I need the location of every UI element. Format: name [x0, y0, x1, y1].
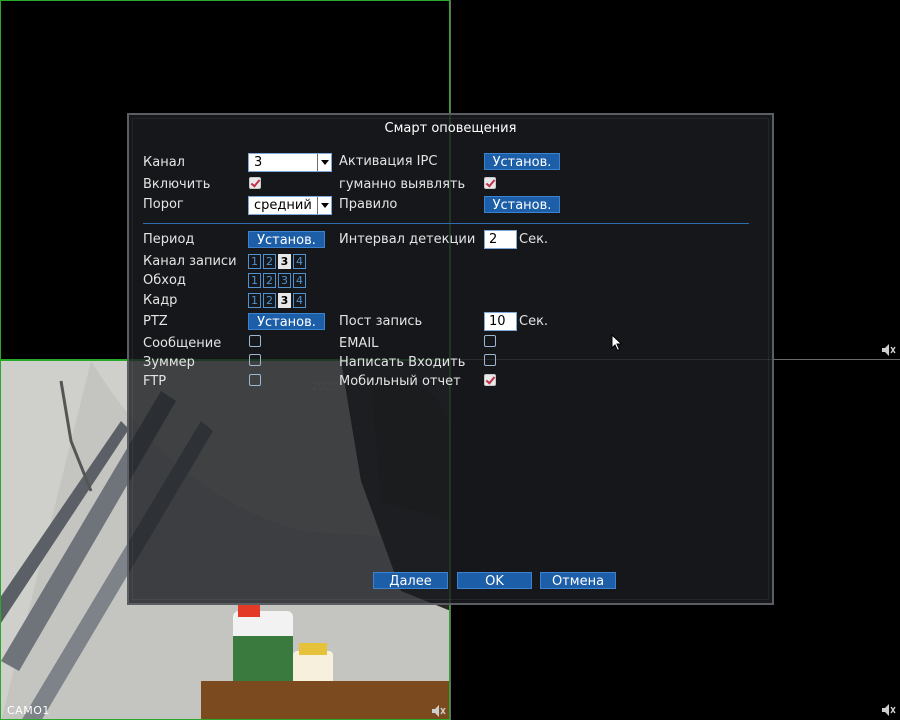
record-channel-chip-1[interactable]: 1	[248, 254, 261, 269]
period-label: Период	[143, 232, 195, 247]
record-channel-chip-2[interactable]: 2	[263, 254, 276, 269]
enable-label: Включить	[143, 177, 211, 192]
threshold-label: Порог	[143, 197, 184, 212]
frame-chip-1[interactable]: 1	[248, 293, 261, 308]
record-channel-chip-3[interactable]: 3	[278, 254, 291, 269]
channel-select[interactable]: 3	[248, 153, 332, 172]
post-record-unit: Сек.	[519, 314, 549, 329]
tour-chips: 1 2 3 4	[248, 273, 306, 288]
enable-checkbox[interactable]	[249, 177, 261, 189]
mouse-pointer-icon	[611, 334, 623, 352]
threshold-select[interactable]: средний	[248, 196, 332, 215]
ipc-activation-button[interactable]: Установ.	[484, 153, 560, 170]
message-checkbox[interactable]	[249, 335, 261, 347]
tour-chip-1[interactable]: 1	[248, 273, 261, 288]
threshold-value: средний	[254, 198, 312, 213]
tour-label: Обход	[143, 273, 186, 288]
next-button[interactable]: Далее	[373, 572, 448, 589]
message-label: Сообщение	[143, 336, 222, 351]
write-in-label: Написать Входить	[339, 355, 466, 370]
ptz-label: PTZ	[143, 314, 168, 329]
frame-label: Кадр	[143, 293, 178, 308]
frame-chips: 1 2 3 4	[248, 293, 306, 308]
ftp-checkbox[interactable]	[249, 374, 261, 386]
rule-button[interactable]: Установ.	[484, 196, 560, 213]
speaker-icon[interactable]	[431, 704, 447, 718]
buzzer-label: Зуммер	[143, 355, 195, 370]
channel-value: 3	[254, 155, 263, 170]
mobile-report-checkbox[interactable]	[484, 374, 496, 386]
detect-interval-input[interactable]: 2	[484, 230, 517, 249]
post-record-label: Пост запись	[339, 314, 423, 329]
frame-chip-2[interactable]: 2	[263, 293, 276, 308]
ok-button[interactable]: OK	[457, 572, 532, 589]
buzzer-checkbox[interactable]	[249, 354, 261, 366]
ftp-label: FTP	[143, 374, 167, 389]
human-detect-label: гуманно выявлять	[339, 177, 466, 192]
record-channel-label: Канал записи	[143, 254, 237, 269]
speaker-icon[interactable]	[881, 343, 897, 357]
channel-label: Канал	[143, 155, 185, 170]
speaker-icon[interactable]	[881, 703, 897, 717]
chevron-down-icon[interactable]	[317, 154, 331, 171]
camera-label: CAMO1	[7, 704, 50, 717]
email-checkbox[interactable]	[484, 335, 496, 347]
detect-interval-unit: Сек.	[519, 232, 549, 247]
write-in-checkbox[interactable]	[484, 354, 496, 366]
tour-chip-2[interactable]: 2	[263, 273, 276, 288]
section-divider	[143, 223, 749, 224]
rule-label: Правило	[339, 197, 398, 212]
tour-chip-4[interactable]: 4	[293, 273, 306, 288]
chevron-down-icon[interactable]	[317, 197, 331, 214]
cancel-button[interactable]: Отмена	[540, 572, 616, 589]
tour-chip-3[interactable]: 3	[278, 273, 291, 288]
post-record-input[interactable]: 10	[484, 312, 517, 331]
dialog-title: Смарт оповещения	[384, 121, 517, 136]
record-channel-chip-4[interactable]: 4	[293, 254, 306, 269]
frame-chip-4[interactable]: 4	[293, 293, 306, 308]
record-channel-chips: 1 2 3 4	[248, 254, 306, 269]
mobile-report-label: Мобильный отчет	[339, 374, 461, 389]
ptz-button[interactable]: Установ.	[248, 313, 325, 330]
smart-alert-dialog: Смарт оповещения Канал 3 Активация IPC У…	[127, 113, 774, 605]
human-detect-checkbox[interactable]	[484, 177, 496, 189]
period-button[interactable]: Установ.	[248, 231, 325, 248]
detect-interval-label: Интервал детекции	[339, 232, 476, 247]
email-label: EMAIL	[339, 336, 379, 351]
frame-chip-3[interactable]: 3	[278, 293, 291, 308]
ipc-activation-label: Активация IPC	[339, 154, 438, 169]
